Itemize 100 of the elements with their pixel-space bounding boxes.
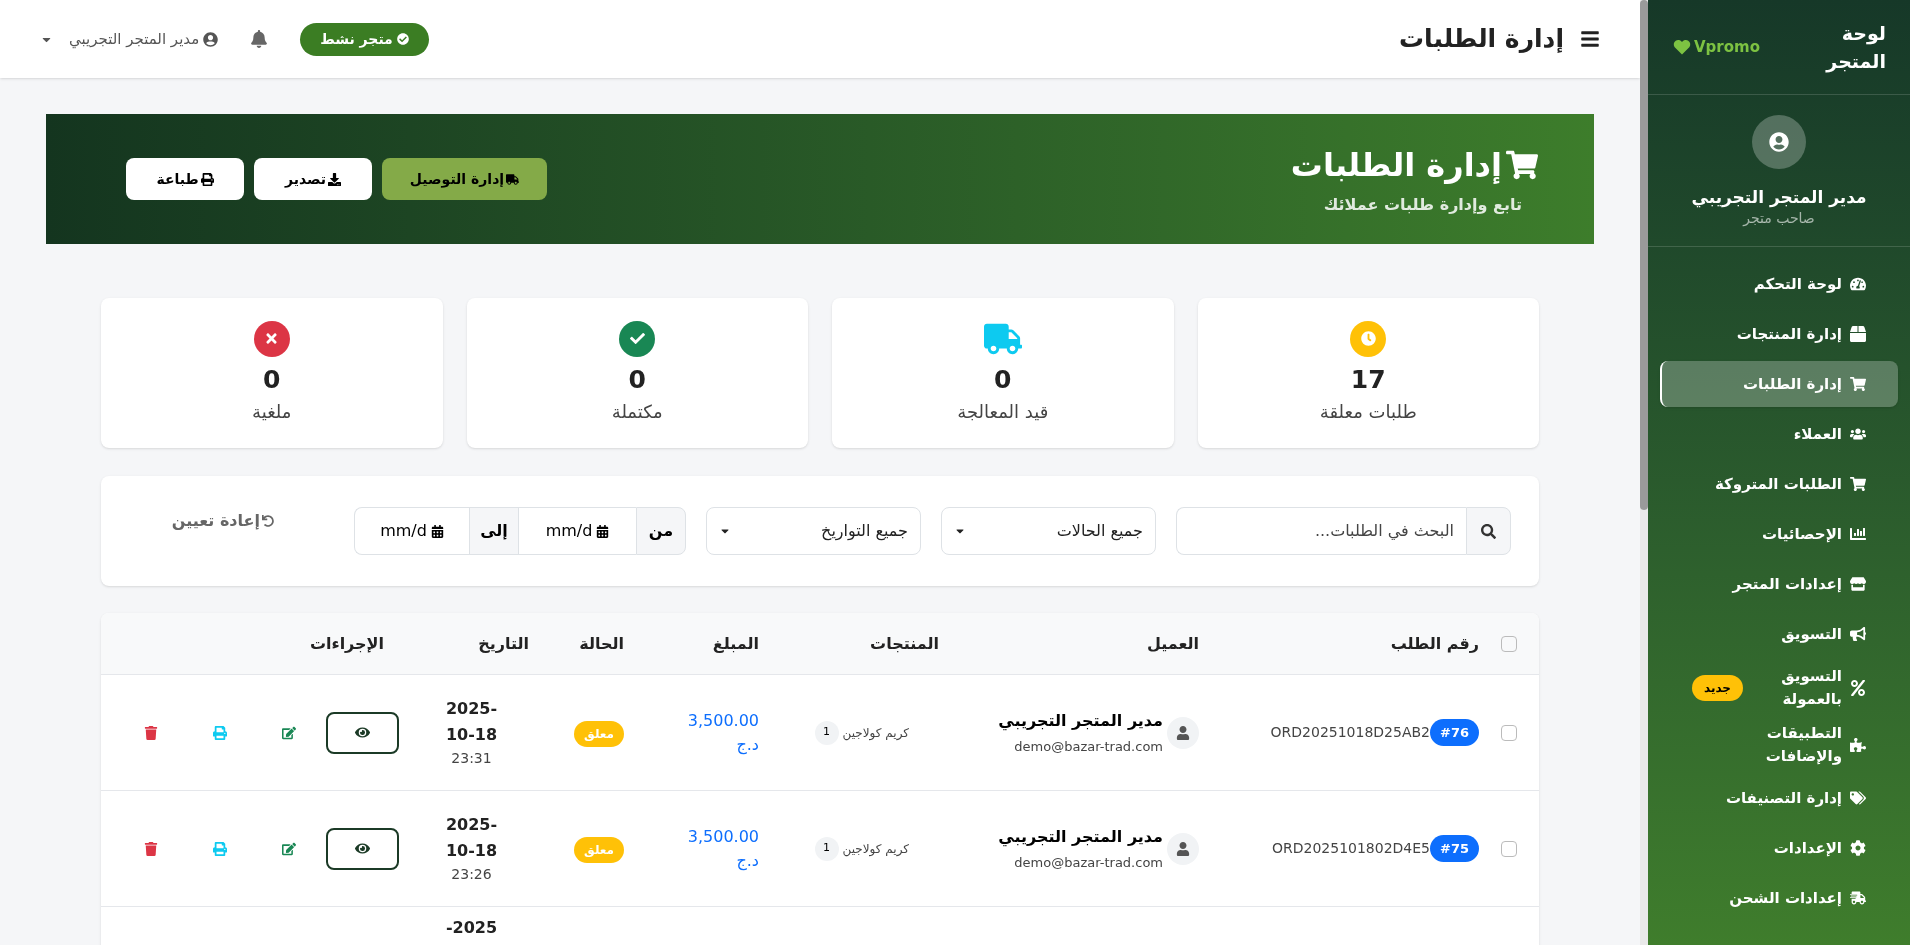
new-badge: جديد (1692, 674, 1744, 701)
banner-subtitle: تابع وإدارة طلبات عملائك (1322, 194, 1523, 216)
search-field[interactable]: البحث في الطلبات... (1176, 507, 1466, 555)
check-icon (629, 331, 645, 347)
sidebar-item[interactable]: إعدادات الشحن (1660, 875, 1898, 921)
sidebar-item[interactable]: الإعدادات (1660, 825, 1898, 871)
user-menu[interactable]: مدير المتجر التجريبي (40, 27, 219, 51)
percent-icon (1850, 679, 1866, 696)
view-button[interactable] (326, 711, 399, 754)
search-icon (1481, 523, 1496, 539)
stat-value: 0 (628, 363, 646, 396)
currency: د.ج (736, 733, 759, 757)
amount: 3,500.00 (687, 709, 759, 732)
users-icon (1850, 426, 1866, 442)
user-icon (1769, 132, 1789, 152)
user-icon (203, 31, 219, 47)
sidebar-item[interactable]: إعدادات المتجر (1660, 561, 1898, 607)
settings-icon (1850, 840, 1866, 856)
stat-value: 0 (263, 363, 281, 396)
checkbox[interactable] (1501, 724, 1517, 741)
cart-icon (1506, 149, 1538, 181)
calendar-icon (596, 524, 610, 538)
currency: د.ج (736, 849, 759, 873)
checkbox[interactable] (1501, 840, 1517, 857)
banner-button[interactable]: تصدير (254, 158, 372, 200)
edit-icon (282, 841, 296, 856)
sidebar-item[interactable]: إدارة التصنيفات (1660, 775, 1898, 821)
eye-icon (355, 841, 370, 856)
trash-icon (144, 725, 158, 740)
calendar-icon (430, 524, 444, 538)
product-name: كريم كولاجين (842, 840, 909, 858)
delete-button[interactable] (144, 841, 158, 856)
edit-button[interactable] (282, 841, 296, 856)
order-number: ORD20251018D25AB2 (1270, 723, 1430, 742)
sidebar-item[interactable]: إدارة المنتجات (1660, 311, 1898, 357)
order-date: 2025-10-18 (444, 698, 499, 746)
sidebar-item[interactable]: الطلبات المتروكة (1660, 461, 1898, 507)
sidebar-item[interactable]: التسويق بالعمولة جديد (1660, 661, 1898, 714)
date-range-select[interactable]: جميع التواريخ (706, 507, 921, 555)
print-icon (213, 725, 227, 740)
check-icon (396, 33, 409, 45)
order-time: 23:26 (451, 864, 492, 884)
gauge-icon (1850, 276, 1866, 292)
banner-button[interactable]: إدارة التوصيل (382, 158, 547, 200)
stat-value: 17 (1350, 363, 1386, 396)
page-title: إدارة الطلبات (1398, 23, 1564, 56)
reset-button[interactable]: إعادة تعيين (171, 509, 274, 533)
megaphone-icon (1850, 626, 1866, 642)
tag-icon (1850, 790, 1866, 806)
brand-title: لوحة المتجر (1824, 20, 1886, 75)
eye-icon (355, 725, 370, 740)
clock-icon (1360, 331, 1376, 347)
status-select[interactable]: جميع الحالات (941, 507, 1156, 555)
user-icon (1176, 725, 1190, 740)
store-status-badge: متجر نشط (300, 22, 429, 56)
heart-icon (1672, 37, 1692, 57)
column-header: المبلغ (712, 633, 759, 653)
notification-icon (250, 30, 269, 48)
box-icon (1850, 326, 1866, 342)
profile-role: صاحب متجر (1743, 210, 1815, 225)
status-badge: معلق (574, 720, 624, 747)
banner-button[interactable]: طباعة (126, 158, 244, 200)
sidebar-item[interactable]: التطبيقات والإضافات (1660, 718, 1898, 771)
date-input[interactable]: mm/d (354, 507, 469, 555)
column-header: الإجراءات (309, 633, 384, 653)
edit-icon (282, 725, 296, 740)
column-header: الحالة (579, 633, 624, 653)
scrollbar[interactable] (1640, 0, 1648, 945)
stat-label: مكتملة (611, 400, 663, 425)
sidebar-item[interactable]: العملاء (1660, 411, 1898, 457)
reset-icon (262, 515, 274, 527)
truck-icon (506, 172, 520, 186)
profile-name: مدير المتجر التجريبي (1691, 186, 1867, 210)
edit-button[interactable] (282, 725, 296, 740)
quantity-badge: 1 (814, 836, 839, 861)
product-name: كريم كولاجين (842, 724, 909, 742)
stat-label: طلبات معلقة (1319, 400, 1417, 425)
print-icon (213, 841, 227, 856)
logo-text: Vpromo (1694, 36, 1760, 58)
sidebar-item[interactable]: لوحة التحكم (1660, 261, 1898, 307)
view-button[interactable] (326, 827, 399, 870)
download-icon (328, 172, 342, 186)
delete-button[interactable] (144, 725, 158, 740)
banner-title: إدارة الطلبات (1290, 145, 1502, 186)
menu-icon (1580, 29, 1600, 49)
column-header: العميل (1146, 633, 1199, 653)
order-date: 2025- (444, 917, 499, 939)
sidebar-item[interactable]: التسويق (1660, 611, 1898, 657)
sidebar-item[interactable]: إدارة الطلبات (1660, 361, 1898, 407)
quantity-badge: 1 (814, 720, 839, 745)
customer-email: demo@bazar-trad.com (1014, 737, 1163, 756)
amount: 3,500.00 (687, 825, 759, 848)
column-header: التاريخ (478, 633, 529, 653)
sidebar-item[interactable]: الإحصائيات (1660, 511, 1898, 557)
customer-email: demo@bazar-trad.com (1014, 853, 1163, 872)
status-badge: معلق (574, 836, 624, 863)
checkbox[interactable] (1501, 635, 1517, 652)
cart-icon (1850, 476, 1866, 492)
search-button[interactable] (1466, 507, 1511, 555)
column-header: المنتجات (870, 633, 939, 653)
